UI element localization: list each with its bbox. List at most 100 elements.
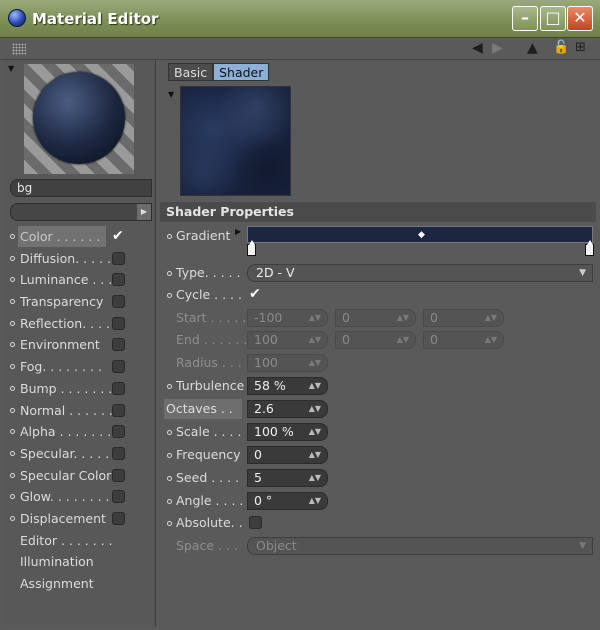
- channel-checkbox[interactable]: [112, 316, 125, 330]
- channel-item[interactable]: Specular. . . . .: [8, 443, 154, 465]
- animate-dot[interactable]: [167, 293, 172, 298]
- cycle-checkbox[interactable]: ✔: [249, 287, 262, 301]
- start-z-field[interactable]: 0 ▲▼: [423, 309, 504, 327]
- channel-dot: [10, 277, 15, 283]
- channel-label: Reflection. . . .: [20, 315, 111, 331]
- channel-item[interactable]: Editor . . . . . . .: [8, 530, 154, 552]
- channel-item[interactable]: Normal . . . . . .: [8, 400, 154, 422]
- scale-field[interactable]: 100 % ▲▼: [247, 423, 328, 441]
- channel-checkbox[interactable]: [112, 446, 125, 460]
- angle-field[interactable]: 0 ° ▲▼: [247, 492, 328, 510]
- channel-item[interactable]: Displacement: [8, 508, 154, 530]
- gradient-stop-right[interactable]: [585, 240, 594, 256]
- animate-dot[interactable]: [167, 453, 172, 458]
- tab-shader[interactable]: Shader: [213, 63, 270, 81]
- channel-checkbox[interactable]: [112, 490, 125, 504]
- back-arrow-icon[interactable]: ◀: [472, 40, 483, 56]
- new-window-icon[interactable]: ⊞: [575, 40, 586, 55]
- frequency-field[interactable]: 0 ▲▼: [247, 446, 328, 464]
- channel-item[interactable]: Transparency: [8, 291, 154, 313]
- space-dropdown[interactable]: Object ▼: [247, 537, 593, 555]
- channel-label: Bump . . . . . . .: [20, 380, 113, 396]
- grip-icon[interactable]: [12, 43, 26, 55]
- channel-checkbox[interactable]: [112, 295, 125, 309]
- material-name-field[interactable]: bg: [10, 179, 152, 197]
- radius-label: Radius . . . .: [176, 355, 250, 370]
- channel-scrollbar[interactable]: ▶: [10, 203, 152, 221]
- channel-checkbox[interactable]: [112, 273, 125, 287]
- gradient-expand-arrow-icon[interactable]: ▶: [235, 227, 241, 236]
- material-preview[interactable]: [24, 64, 134, 174]
- channel-item[interactable]: Bump . . . . . . .: [8, 378, 154, 400]
- minimize-button[interactable]: –: [512, 6, 538, 31]
- channel-label: Fog. . . . . . . .: [20, 359, 102, 375]
- channel-checkbox[interactable]: [112, 381, 125, 395]
- type-dropdown[interactable]: 2D - V ▼: [247, 264, 593, 282]
- end-label: End . . . . . .: [176, 332, 248, 347]
- channel-item[interactable]: Fog. . . . . . . .: [8, 356, 154, 378]
- gradient-bar[interactable]: ◆: [247, 226, 593, 243]
- start-x-field[interactable]: -100 ▲▼: [247, 309, 328, 327]
- channel-item[interactable]: Reflection. . . .: [8, 313, 154, 335]
- channel-item[interactable]: Assignment: [8, 573, 154, 595]
- channel-label: Specular. . . . .: [20, 445, 110, 461]
- preview-menu-arrow-icon[interactable]: ▼: [8, 64, 14, 73]
- radius-field[interactable]: 100 ▲▼: [247, 354, 328, 372]
- absolute-checkbox[interactable]: [249, 516, 262, 529]
- cycle-row: Cycle . . . . ✔: [160, 285, 596, 305]
- channel-dot: [10, 472, 15, 478]
- end-y-field[interactable]: 0 ▲▼: [335, 331, 416, 349]
- channel-label: Transparency: [20, 294, 104, 310]
- channel-checkbox[interactable]: [112, 251, 125, 265]
- seed-field[interactable]: 5 ▲▼: [247, 469, 328, 487]
- scroll-right-icon[interactable]: ▶: [137, 204, 151, 220]
- gradient-control[interactable]: ◆: [247, 226, 594, 256]
- start-y-field[interactable]: 0 ▲▼: [335, 309, 416, 327]
- animate-dot[interactable]: [167, 499, 172, 504]
- channel-item[interactable]: Luminance . . . .: [8, 269, 154, 291]
- channel-checkbox[interactable]: [112, 511, 125, 525]
- toolbar: ◀ ▶ ▲ 🔓 ⊞: [0, 38, 600, 60]
- type-label: Type. . . . .: [176, 265, 241, 280]
- channel-checkbox[interactable]: [112, 468, 125, 482]
- texture-menu-arrow-icon[interactable]: ▼: [168, 90, 174, 99]
- animate-dot[interactable]: [167, 521, 172, 526]
- maximize-button[interactable]: □: [540, 6, 566, 31]
- channel-item[interactable]: Diffusion. . . . .: [8, 248, 154, 270]
- channel-checkbox[interactable]: [112, 338, 125, 352]
- tab-basic[interactable]: Basic: [168, 63, 214, 81]
- channel-checkbox[interactable]: ✔: [112, 229, 125, 243]
- end-z-field[interactable]: 0 ▲▼: [423, 331, 504, 349]
- title-bar[interactable]: Material Editor – □ ✕: [0, 0, 600, 38]
- channel-item[interactable]: Alpha . . . . . . .: [8, 421, 154, 443]
- channel-item[interactable]: Glow. . . . . . . .: [8, 486, 154, 508]
- channel-checkbox[interactable]: [112, 360, 125, 374]
- forward-arrow-icon[interactable]: ▶: [492, 40, 503, 56]
- gradient-midpoint-knot[interactable]: ◆: [418, 230, 425, 240]
- chevron-down-icon: ▼: [579, 541, 586, 551]
- turbulence-field[interactable]: 58 % ▲▼: [247, 377, 328, 395]
- end-x-field[interactable]: 100 ▲▼: [247, 331, 328, 349]
- lock-icon[interactable]: 🔓: [553, 40, 569, 55]
- preview-sphere: [33, 72, 125, 164]
- channel-checkbox[interactable]: [112, 403, 125, 417]
- animate-dot[interactable]: [167, 384, 172, 389]
- type-row: Type. . . . . 2D - V ▼: [160, 263, 596, 283]
- octaves-field[interactable]: 2.6 ▲▼: [247, 400, 328, 418]
- channel-item[interactable]: Environment: [8, 334, 154, 356]
- gradient-stop-left[interactable]: [247, 240, 256, 256]
- animate-dot[interactable]: [167, 430, 172, 435]
- animate-dot[interactable]: [167, 271, 172, 276]
- channel-item[interactable]: Specular Color: [8, 465, 154, 487]
- channel-dot: [10, 407, 15, 413]
- animate-dot[interactable]: [167, 476, 172, 481]
- seed-row: Seed . . . . 5 ▲▼: [160, 468, 596, 488]
- material-sidebar: ▼ bg ▶ Color . . . . . . ✔ Diffusion. . . …: [4, 60, 156, 626]
- channel-checkbox[interactable]: [112, 425, 125, 439]
- close-button[interactable]: ✕: [567, 6, 593, 31]
- channel-dot: [10, 429, 15, 435]
- channel-item[interactable]: Color . . . . . . ✔: [8, 226, 154, 248]
- up-arrow-icon[interactable]: ▲: [527, 40, 538, 56]
- channel-item[interactable]: Illumination: [8, 551, 154, 573]
- animate-dot[interactable]: [167, 234, 172, 239]
